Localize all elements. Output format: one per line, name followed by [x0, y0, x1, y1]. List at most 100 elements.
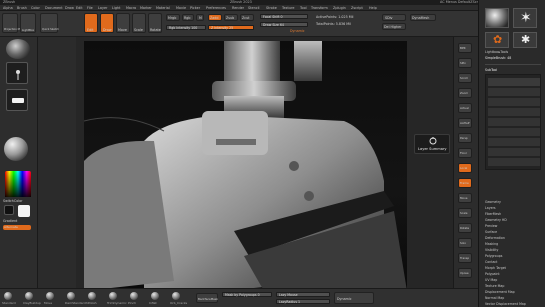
view-scroll-button[interactable]: Scroll [458, 73, 472, 83]
tool-thumbnail-polymesh[interactable]: ✿ [485, 32, 509, 48]
left-tray-secondary [38, 37, 76, 290]
gradient-label[interactable]: Gradient [3, 219, 17, 223]
view-transp-button[interactable]: Transp [458, 253, 472, 263]
subtool-row[interactable] [488, 78, 540, 86]
polypaint-section[interactable]: Polypaint [485, 272, 500, 276]
brush-pinch-button[interactable] [130, 292, 138, 300]
rotate-button[interactable]: Rotate [148, 13, 162, 33]
geometry-section[interactable]: Geometry [485, 200, 501, 204]
view-floor-button[interactable]: Floor [458, 148, 472, 158]
view-persp-button[interactable]: Persp [458, 133, 472, 143]
view-bpr-button[interactable]: BPR [458, 43, 472, 53]
dynamic-button[interactable]: Dynamic [334, 292, 374, 304]
draw-button[interactable]: Draw [100, 13, 114, 33]
view-scale-button[interactable]: Scale [458, 208, 472, 218]
view-move-button[interactable]: Move [458, 193, 472, 203]
tool-thumbnail-star[interactable]: ✶ [513, 8, 537, 28]
backface-mask-button[interactable]: BackfaceMask [196, 293, 218, 303]
rgb-button[interactable]: Rgb [182, 14, 194, 21]
z-intensity-slider[interactable]: Z Intensity 25 [208, 25, 254, 30]
projection-master-button[interactable]: Projection Master [2, 13, 27, 33]
subtool-row[interactable] [488, 138, 540, 146]
brush-move-button[interactable] [46, 292, 54, 300]
morph-target-section[interactable]: Morph Target [485, 266, 506, 270]
subtool-list[interactable] [485, 74, 541, 170]
zsub-button[interactable]: Zsub [224, 14, 238, 21]
view-actual-button[interactable]: Actual [458, 103, 472, 113]
lightbox-tools-link[interactable]: Lightbox▸Tools [485, 50, 508, 54]
view-xpose-button[interactable]: Xpose [458, 268, 472, 278]
subtool-row[interactable] [488, 108, 540, 116]
move-button[interactable]: Move [116, 13, 130, 33]
uv-map-section[interactable]: UV Map [485, 278, 497, 282]
vector-displacement-section[interactable]: Vector Displacement Map [485, 302, 526, 306]
primary-color-swatch[interactable] [4, 205, 14, 215]
quick-sketch-button[interactable]: Quick Sketch [40, 13, 59, 33]
brush-orb_cracks-button[interactable] [172, 292, 180, 300]
canvas-viewport[interactable] [84, 41, 407, 291]
brush-inflat-button[interactable] [151, 292, 159, 300]
subtool-row[interactable] [488, 148, 540, 156]
subtool-row[interactable] [488, 98, 540, 106]
mask-by-polygroups-slider[interactable]: Mask by Polygroups 0 [222, 292, 272, 297]
alpha-thumbnail[interactable] [6, 89, 28, 111]
rgb-intensity-slider[interactable]: Rgb Intensity 100 [166, 25, 206, 30]
subtool-row[interactable] [488, 88, 540, 96]
stroke-thumbnail[interactable] [6, 62, 28, 84]
draw-size-slider[interactable]: Draw Size 64 [260, 22, 308, 27]
scale-button[interactable]: Scale [132, 13, 146, 33]
texture-map-section[interactable]: Texture Map [485, 284, 504, 288]
m-button[interactable]: M [196, 14, 204, 21]
masking-section[interactable]: Masking [485, 242, 498, 246]
tool-palette: ✶ ✿ ✱ Lightbox▸Tools SimpleBrush: 48 Sub… [478, 0, 545, 307]
preview-section[interactable]: Preview [485, 224, 497, 228]
polygroups-section[interactable]: Polygroups [485, 254, 502, 258]
lightbox-button[interactable]: LightBox [20, 13, 36, 33]
normal-map-section[interactable]: Normal Map [485, 296, 504, 300]
brush-standard-button[interactable] [4, 292, 12, 300]
material-thumbnail[interactable] [4, 137, 28, 161]
subtool-section[interactable]: SubTool [485, 68, 497, 72]
contact-section[interactable]: Contact [485, 260, 497, 264]
color-picker[interactable] [5, 171, 31, 197]
alternate-button[interactable]: Alternate [3, 225, 31, 230]
visibility-section[interactable]: Visibility [485, 248, 498, 252]
dynamesh-button[interactable]: DynaMesh [410, 14, 436, 21]
tool-thumbnail-simplebrush[interactable]: ✱ [513, 32, 537, 48]
brush-trimdynamic-button[interactable] [109, 292, 117, 300]
layers-section[interactable]: Layers [485, 206, 496, 210]
subtool-row[interactable] [488, 128, 540, 136]
zcut-button[interactable]: Zcut [240, 14, 254, 21]
zadd-button[interactable]: Zadd [208, 14, 222, 21]
secondary-color-swatch[interactable] [18, 205, 30, 217]
tool-thumbnail-brush[interactable] [485, 8, 509, 28]
deformation-section[interactable]: Deformation [485, 236, 505, 240]
view-frame-button[interactable]: Frame [458, 178, 472, 188]
view-spix-button[interactable]: SPix [458, 58, 472, 68]
dynamic-toggle[interactable]: Dynamic [290, 29, 305, 33]
view-aahalf-button[interactable]: AAHalf [458, 118, 472, 128]
brush-damstandard-button[interactable] [67, 292, 75, 300]
view-rotate-button[interactable]: Rotate [458, 223, 472, 233]
lazy-radius-slider[interactable]: LazyRadius 1 [276, 299, 330, 304]
brush-hpolish-button[interactable] [88, 292, 96, 300]
mrgb-button[interactable]: Mrgb [166, 14, 180, 21]
edit-button[interactable]: Edit [84, 13, 98, 33]
subtool-row[interactable] [488, 118, 540, 126]
displacement-map-section[interactable]: Displacement Map [485, 290, 515, 294]
surface-section[interactable]: Surface [485, 230, 497, 234]
brush-thumbnail[interactable] [6, 39, 30, 59]
switch-color-label[interactable]: SwitchColor [3, 199, 23, 203]
view-solo-button[interactable]: Solo [458, 238, 472, 248]
brush-claybuildup-button[interactable] [25, 292, 33, 300]
del-higher-button[interactable]: Del Higher [382, 23, 406, 30]
geometry-hd-section[interactable]: Geometry HD [485, 218, 507, 222]
focal-shift-slider[interactable]: Focal Shift 0 [260, 14, 308, 19]
subtool-row[interactable] [488, 158, 540, 166]
view-zoom-button[interactable]: Zoom [458, 88, 472, 98]
view-button-label: Scale [460, 211, 468, 215]
view-local-button[interactable]: Local [458, 163, 472, 173]
lazy-mouse-slider[interactable]: Lazy Mouse [276, 292, 330, 297]
sdiv-slider[interactable]: SDiv [382, 14, 406, 21]
fibermesh-section[interactable]: FiberMesh [485, 212, 501, 216]
